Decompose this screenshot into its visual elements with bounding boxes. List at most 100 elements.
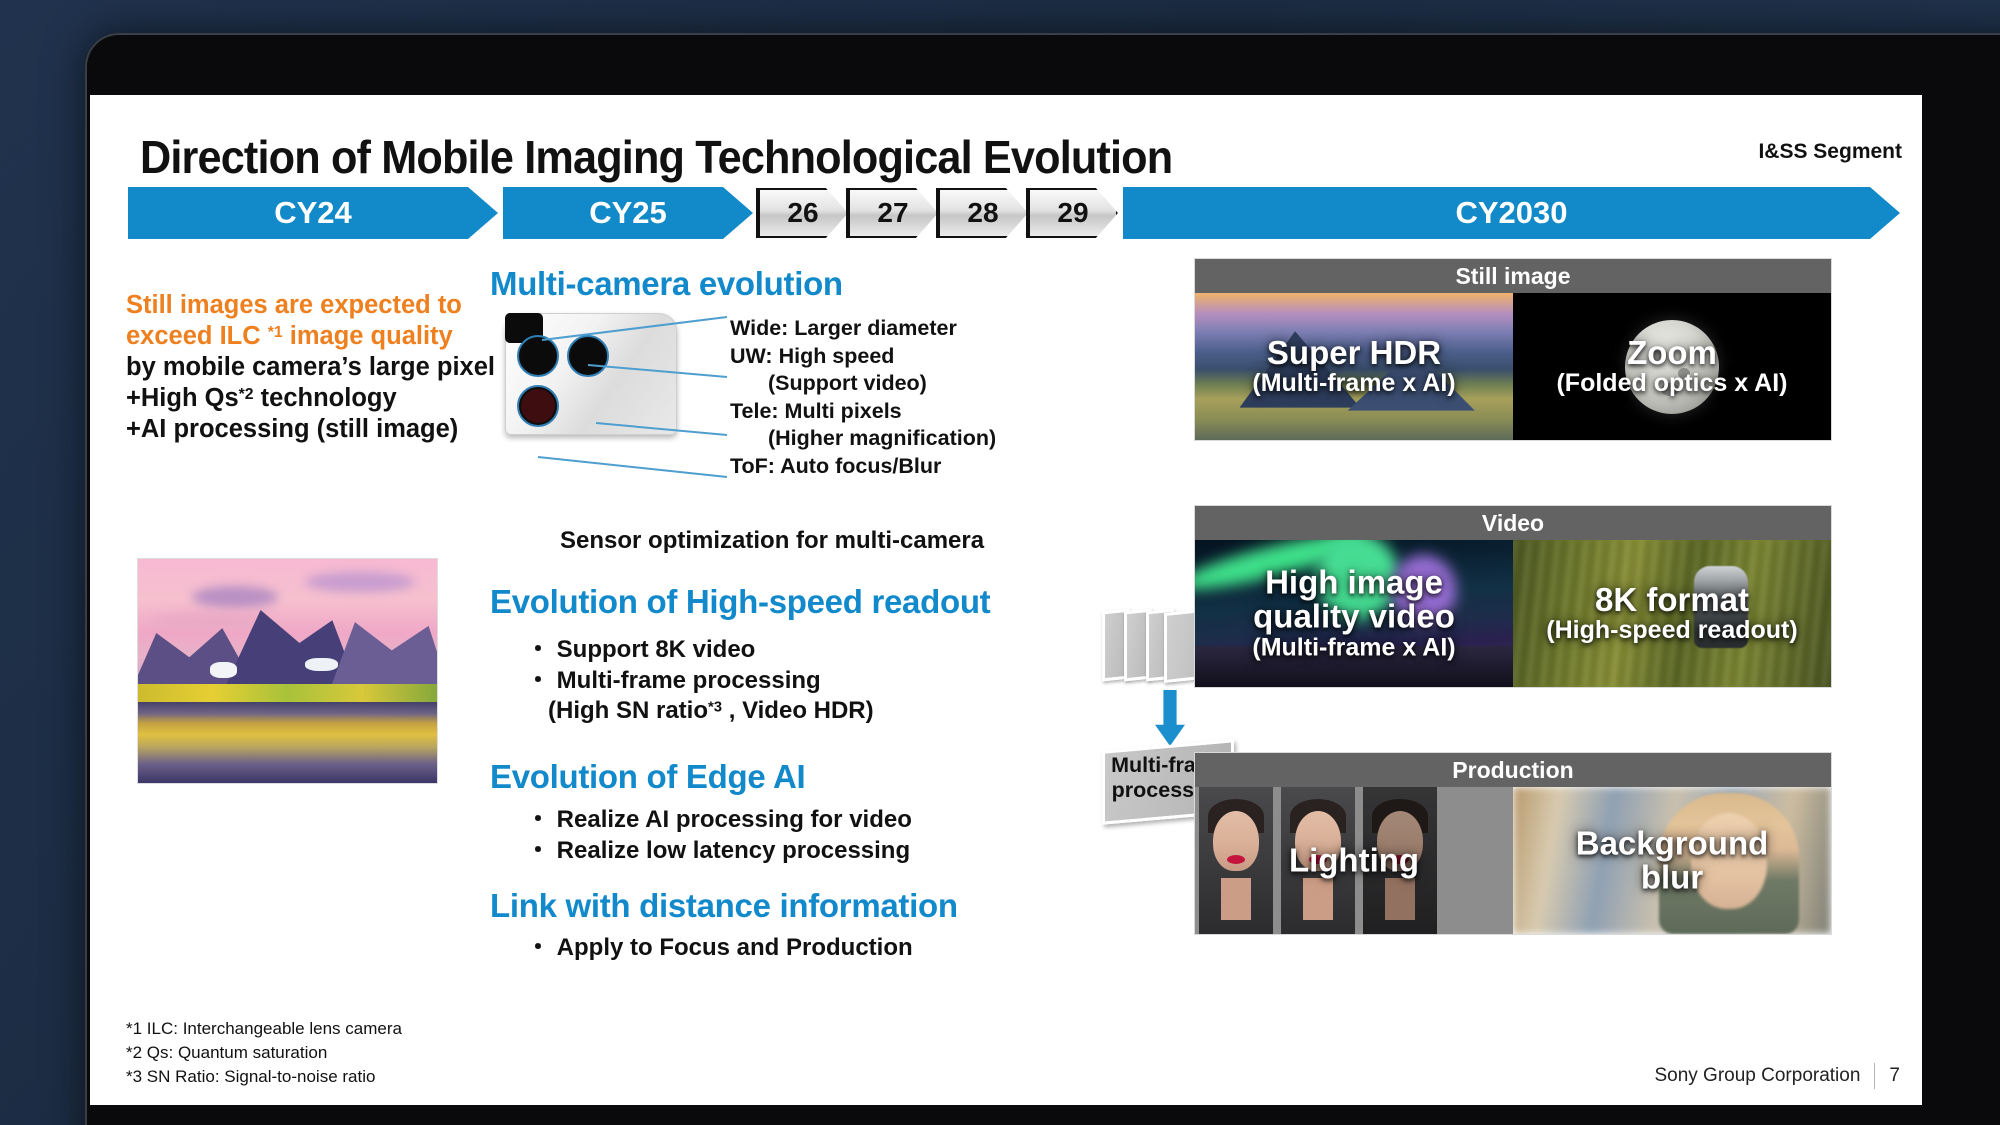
timeline-year-27: 27 xyxy=(846,188,938,238)
panel-production: Production Lighting Background blur xyxy=(1194,752,1832,935)
photo-snow xyxy=(209,662,237,678)
timeline-arrow-label: CY2030 xyxy=(1455,195,1568,230)
overlay-title: Background blur xyxy=(1575,823,1769,896)
camera-label-tele-note: (Higher magnification) xyxy=(768,426,997,451)
panel-half-high-image-quality: High image quality video (Multi-frame x … xyxy=(1195,540,1513,687)
panel-half-super-hdr: Super HDR (Multi-frame x AI) xyxy=(1195,293,1513,440)
panel-header: Still image xyxy=(1195,259,1831,293)
footnote-item: *2 Qs: Quantum saturation xyxy=(126,1043,328,1063)
company-name: Sony Group Corporation xyxy=(1654,1065,1861,1086)
section-heading-edge-ai: Evolution of Edge AI xyxy=(490,758,806,795)
photo-lake-reflection xyxy=(138,702,437,783)
panel-half-8k-format: 8K format (High-speed readout) xyxy=(1513,540,1831,687)
panel-half-zoom: Zoom (Folded optics x AI) xyxy=(1513,293,1831,440)
footnote-marker-2: *2 xyxy=(238,386,254,404)
overlay-title: Super HDR xyxy=(1266,333,1442,371)
overlay-high-image-quality: High image quality video (Multi-frame x … xyxy=(1195,564,1513,662)
readout-bullet-3-b: , Video HDR) xyxy=(722,697,874,725)
timeline-year-26: 26 xyxy=(756,188,848,238)
wide-lens-icon xyxy=(517,335,559,377)
panel-half-lighting: Lighting xyxy=(1195,787,1513,934)
readout-bullet-3: (High SN ratio*3 , Video HDR) xyxy=(526,696,966,727)
overlay-lighting: Lighting xyxy=(1195,843,1513,878)
camera-label-list: Wide: Larger diameter UW: High speed (Su… xyxy=(730,315,1090,480)
camera-label-tof: ToF: Auto focus/Blur xyxy=(730,453,942,478)
panel-body: High image quality video (Multi-frame x … xyxy=(1195,540,1831,687)
segment-badge: I&SS Segment xyxy=(1758,140,1902,163)
sensor-optimization-caption: Sensor optimization for multi-camera xyxy=(560,527,985,554)
overlay-background-blur: Background blur xyxy=(1513,823,1831,896)
camera-label-uw: UW: High speed xyxy=(730,343,895,368)
timeline-year-label: 29 xyxy=(1057,197,1089,228)
footnote-item: *1 ILC: Interchangeable lens camera xyxy=(126,1019,402,1038)
summary-black-line-3: +AI processing (still image) xyxy=(126,415,459,444)
timeline-year-label: 26 xyxy=(787,197,819,228)
page-title: Direction of Mobile Imaging Technologica… xyxy=(140,131,1173,183)
timeline-arrow-cy24: CY24 xyxy=(128,187,498,239)
summary-black-line-1: by mobile camera’s large pixel xyxy=(126,353,495,382)
timeline-year-label: 28 xyxy=(967,197,999,228)
distance-bullet-1: ・ Apply to Focus and Production xyxy=(526,934,913,961)
camera-label-uw-note: (Support video) xyxy=(768,371,927,396)
camera-label-wide: Wide: Larger diameter xyxy=(730,316,957,340)
edge-ai-bullet-1: ・ Realize AI processing for video xyxy=(526,806,912,833)
section-heading-multi-camera: Multi-camera evolution xyxy=(490,265,843,302)
summary-black-part-a: +High Qs xyxy=(126,384,239,413)
section-heading-high-speed-readout: Evolution of High-speed readout xyxy=(490,583,991,620)
edge-ai-bullet-2: ・ Realize low latency processing xyxy=(526,836,911,864)
panel-body: Lighting Background blur xyxy=(1195,787,1831,934)
panel-video: Video High image quality video (Multi-fr… xyxy=(1194,505,1832,688)
camera-label-tele: Tele: Multi pixels xyxy=(730,398,902,423)
panel-body: Super HDR (Multi-frame x AI) Zoom (Folde… xyxy=(1195,293,1831,440)
panel-still-image: Still image Super HDR (Multi-frame x AI) xyxy=(1194,258,1832,441)
summary-orange-line-1: Still images are expected to xyxy=(126,291,462,319)
mountain-lake-landscape-photo xyxy=(137,558,438,784)
page-number: 7 xyxy=(1889,1065,1900,1086)
overlay-subtitle: (Multi-frame x AI) xyxy=(1252,633,1456,662)
photo-snow xyxy=(305,657,339,671)
photo-cloud xyxy=(149,612,270,629)
photo-cloud xyxy=(191,585,278,608)
overlay-8k-format: 8K format (High-speed readout) xyxy=(1513,582,1831,644)
down-arrow-icon xyxy=(1155,690,1185,746)
overlay-title: Zoom xyxy=(1627,333,1717,371)
portrait-neck xyxy=(1221,878,1251,921)
timeline-year-29: 29 xyxy=(1026,188,1118,238)
footnote-marker-1: *1 xyxy=(267,324,283,341)
ultrawide-lens-icon xyxy=(567,335,609,377)
footnotes: *1 ILC: Interchangeable lens camera *2 Q… xyxy=(126,1017,402,1089)
left-summary-text: Still images are expected to exceed ILC … xyxy=(126,290,526,446)
timeline-arrow-cy2030: CY2030 xyxy=(1123,187,1900,239)
middle-column: Multi-camera evolution Wide: Larger diam… xyxy=(490,265,1234,961)
overlay-title: Lighting xyxy=(1288,841,1420,879)
panel-header: Video xyxy=(1195,506,1831,540)
readout-bullet-3-a: (High SN ratio xyxy=(548,697,708,725)
footer-divider xyxy=(1874,1063,1876,1089)
panel-half-background-blur: Background blur xyxy=(1513,787,1831,934)
overlay-super-hdr: Super HDR (Multi-frame x AI) xyxy=(1195,335,1513,397)
footer: Sony Group Corporation 7 xyxy=(1654,1063,1900,1089)
footnote-marker-3: *3 xyxy=(708,699,723,716)
footnote-item: *3 SN Ratio: Signal-to-noise ratio xyxy=(126,1067,376,1087)
summary-orange-part-a: exceed ILC xyxy=(126,322,268,351)
portrait-neck xyxy=(1303,878,1333,921)
timeline-year-28: 28 xyxy=(936,188,1028,238)
overlay-title: 8K format xyxy=(1594,580,1750,618)
summary-black-part-b: technology xyxy=(253,384,397,413)
overlay-subtitle: (High-speed readout) xyxy=(1546,616,1798,645)
presentation-slide: Direction of Mobile Imaging Technologica… xyxy=(90,95,1922,1105)
timeline-bar: CY24 CY25 26 27 28 29 CY2030 xyxy=(128,187,1900,239)
camera-module-diagram xyxy=(505,313,677,435)
summary-black-line-2: +High Qs*2 technology xyxy=(126,383,526,414)
timeline-arrow-label: CY25 xyxy=(589,195,667,230)
section-heading-distance-info: Link with distance information xyxy=(490,887,958,924)
overlay-subtitle: (Folded optics x AI) xyxy=(1556,369,1788,398)
overlay-subtitle: (Multi-frame x AI) xyxy=(1252,369,1456,398)
panel-header: Production xyxy=(1195,753,1831,787)
timeline-arrow-cy25: CY25 xyxy=(503,187,753,239)
readout-bullet-2: ・ Multi-frame processing xyxy=(526,666,821,694)
portrait-neck xyxy=(1385,878,1415,921)
timeline-year-label: 27 xyxy=(877,197,909,228)
summary-orange-part-b: image quality xyxy=(282,322,453,351)
summary-orange-line-2: exceed ILC *1 image quality xyxy=(126,321,526,352)
